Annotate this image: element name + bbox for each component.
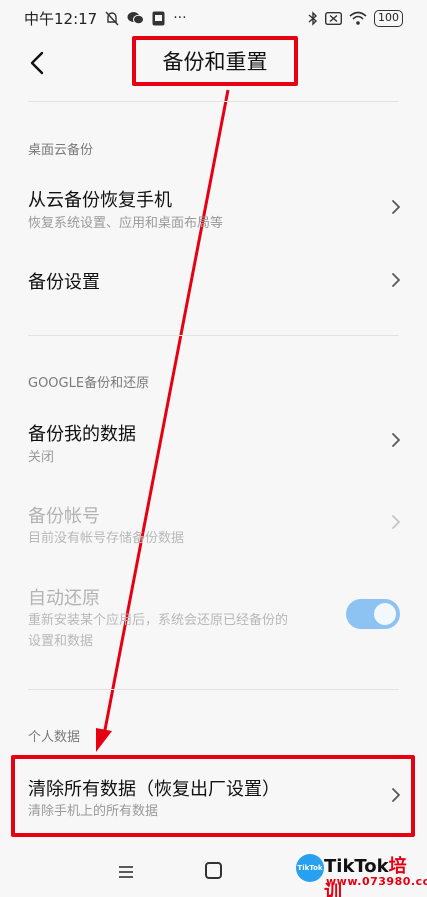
factory-reset-highlight-box xyxy=(11,755,415,837)
backup-settings-row[interactable]: 备份设置 xyxy=(0,256,427,306)
row-title: 备份帐号 xyxy=(28,506,100,527)
watermark: TikTok TikTok培训 www.073980.com xyxy=(296,852,427,897)
row-subtitle-line1: 重新安装某个应用后，系统会还原已经备份的 xyxy=(28,613,289,628)
row-title: 从云备份恢复手机 xyxy=(28,190,172,211)
divider xyxy=(28,101,399,102)
chevron-right-icon xyxy=(392,273,400,287)
chevron-right-icon xyxy=(392,433,400,447)
section-header-personal-data: 个人数据 xyxy=(28,730,81,745)
toggle-knob xyxy=(374,603,396,625)
chevron-right-icon xyxy=(392,200,400,214)
section-header-cloud-backup: 桌面云备份 xyxy=(28,143,94,158)
row-subtitle: 关闭 xyxy=(28,450,55,465)
home-icon[interactable] xyxy=(205,862,222,879)
tiktok-logo-icon: TikTok xyxy=(296,854,324,882)
backup-account-row: 备份帐号 目前没有帐号存储备份数据 xyxy=(0,492,427,552)
watermark-url: www.073980.com xyxy=(326,875,427,888)
menu-icon[interactable] xyxy=(118,864,134,880)
row-subtitle-line2: 设置和数据 xyxy=(28,634,94,649)
backup-my-data-row[interactable]: 备份我的数据 关闭 xyxy=(0,410,427,470)
row-subtitle: 目前没有帐号存储备份数据 xyxy=(28,531,185,546)
row-subtitle: 恢复系统设置、应用和桌面布局等 xyxy=(28,216,224,231)
row-title: 备份我的数据 xyxy=(28,424,136,445)
divider xyxy=(28,335,399,336)
row-title: 自动还原 xyxy=(28,588,100,609)
section-header-google-backup: GOOGLE备份和还原 xyxy=(28,376,150,391)
auto-restore-row: 自动还原 重新安装某个应用后，系统会还原已经备份的 设置和数据 xyxy=(0,574,427,654)
row-title: 备份设置 xyxy=(28,272,100,293)
chevron-right-icon xyxy=(392,515,400,529)
auto-restore-toggle[interactable] xyxy=(346,599,400,629)
divider xyxy=(28,689,399,690)
watermark-brand: TikTok xyxy=(324,856,389,877)
restore-from-cloud-row[interactable]: 从云备份恢复手机 恢复系统设置、应用和桌面布局等 xyxy=(0,176,427,238)
